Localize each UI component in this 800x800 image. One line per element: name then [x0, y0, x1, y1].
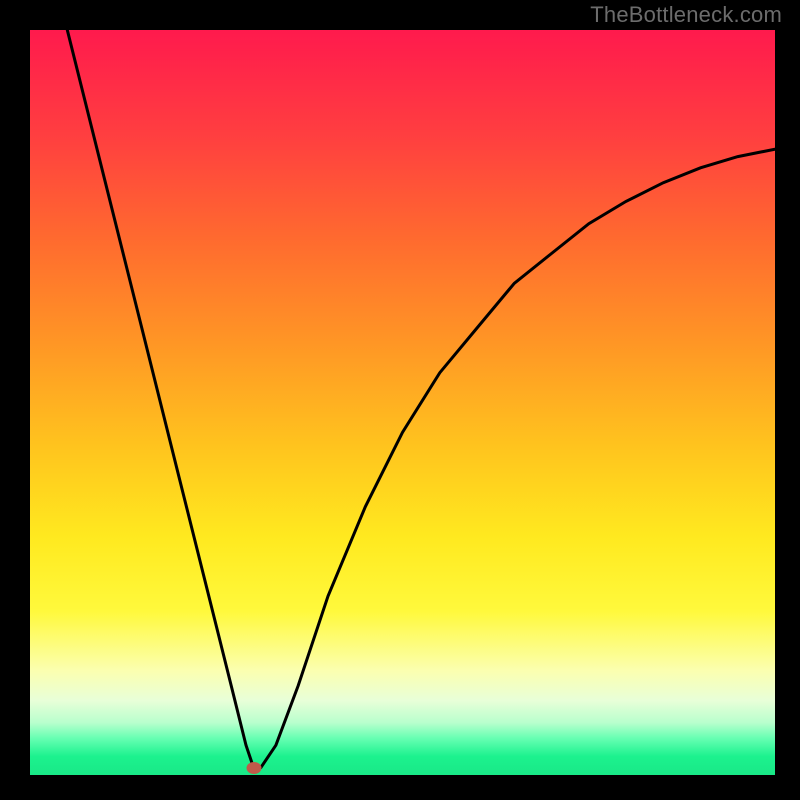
- watermark-label: TheBottleneck.com: [590, 2, 782, 28]
- bottleneck-curve-path: [67, 30, 775, 768]
- plot-area: [30, 30, 775, 775]
- chart-frame: TheBottleneck.com: [0, 0, 800, 800]
- optimal-point-marker: [246, 762, 261, 774]
- curve-svg: [30, 30, 775, 775]
